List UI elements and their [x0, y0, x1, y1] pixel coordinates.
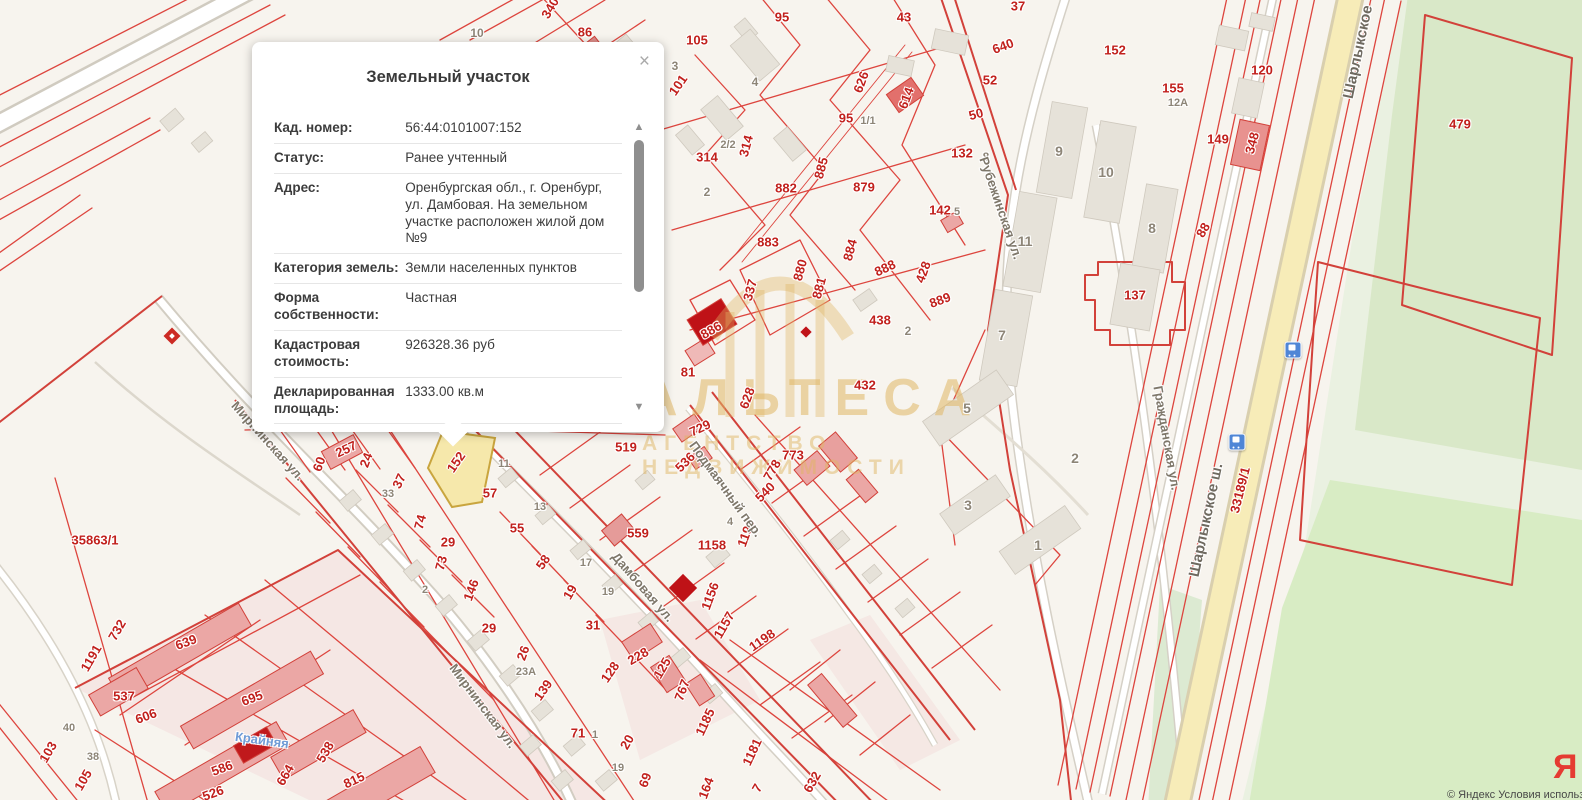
popup-scrollbar[interactable]: ▲ ▼	[632, 120, 646, 414]
popup-row-label: Форма собственности:	[274, 290, 401, 324]
popup-row-label: Статус:	[274, 150, 401, 167]
popup-row: Кадастровая стоимость:926328.36 руб	[274, 331, 622, 378]
popup-row: Статус:Ранее учтенный	[274, 144, 622, 174]
popup-row-label: Адрес:	[274, 180, 401, 248]
scroll-thumb[interactable]	[634, 140, 644, 292]
bus-stop-icon[interactable]	[1285, 342, 1302, 359]
popup-title: Земельный участок	[272, 68, 624, 87]
popup-row-label: Категория земель:	[274, 260, 401, 277]
popup-row-label: Кадастровая стоимость:	[274, 337, 401, 371]
close-icon[interactable]: ×	[639, 52, 650, 71]
parcel-info-popup: × Земельный участок Кад. номер:56:44:010…	[252, 42, 664, 432]
scroll-up-icon[interactable]: ▲	[632, 120, 646, 134]
popup-row-label: Декларированная площадь:	[274, 384, 401, 418]
popup-row: Адрес:Оренбургская обл., г. Оренбург, ул…	[274, 174, 622, 255]
yandex-logo[interactable]: Я	[1553, 748, 1577, 787]
popup-row-label: Кад. номер:	[274, 120, 401, 137]
popup-row-value: 926328.36 руб	[401, 337, 622, 371]
popup-row-value: 56:44:0101007:152	[401, 120, 622, 137]
popup-row-value: Земли населенных пунктов	[401, 260, 622, 277]
popup-row: Форма собственности:Частная	[274, 284, 622, 331]
popup-row: Декларированная площадь:1333.00 кв.м	[274, 378, 622, 425]
attribution-text[interactable]: © Яндекс Условия использования	[1447, 789, 1582, 800]
scroll-down-icon[interactable]: ▼	[632, 400, 646, 414]
map-canvas[interactable]	[0, 0, 1582, 800]
popup-row: Категория земель:Земли населенных пункто…	[274, 254, 622, 284]
popup-rows: Кад. номер:56:44:0101007:152Статус:Ранее…	[274, 114, 622, 424]
map-viewport[interactable]: АЛЬТЕСА АГЕНТСТВО НЕДВИЖИМОСТИ 340861031…	[0, 0, 1582, 800]
popup-row-value: Оренбургская обл., г. Оренбург, ул. Дамб…	[401, 180, 622, 248]
popup-row: Кад. номер:56:44:0101007:152	[274, 114, 622, 144]
bus-stop-icon[interactable]	[1229, 434, 1246, 451]
popup-row-value: Частная	[401, 290, 622, 324]
popup-row-value: 1333.00 кв.м	[401, 384, 622, 418]
popup-row-value: Ранее учтенный	[401, 150, 622, 167]
